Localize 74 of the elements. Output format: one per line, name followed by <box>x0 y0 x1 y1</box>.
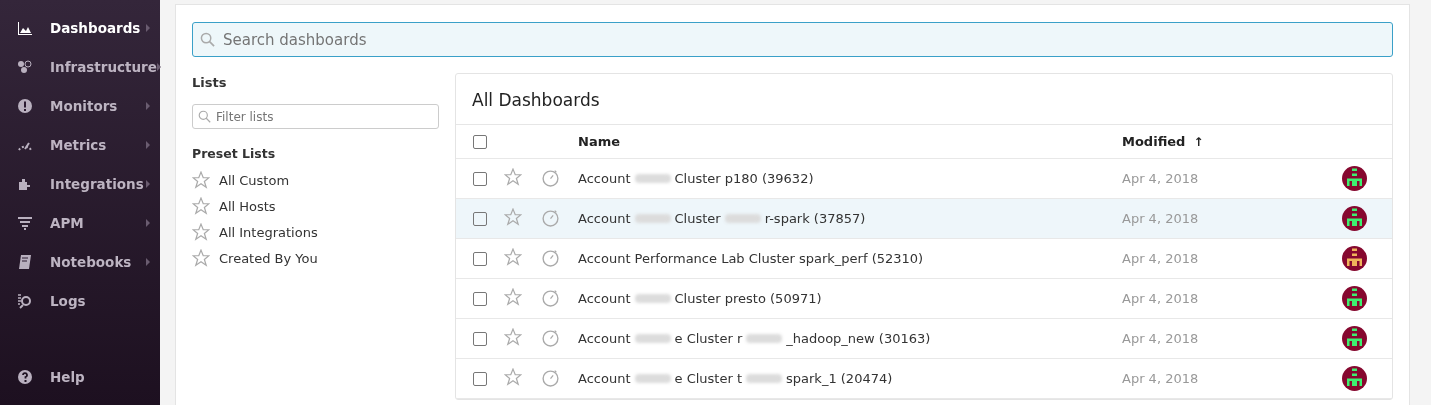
modified-date: Apr 4, 2018 <box>1122 331 1199 346</box>
nav-item[interactable]: Logs <box>0 281 160 320</box>
star-icon[interactable] <box>192 197 210 215</box>
nav-item[interactable]: Notebooks <box>0 242 160 281</box>
modified-date: Apr 4, 2018 <box>1122 371 1199 386</box>
preset-list-link[interactable]: All Custom <box>219 172 290 188</box>
dashboard-name-link[interactable]: Account Cluster r-spark (37857) <box>578 211 866 226</box>
column-header[interactable]: Name <box>578 134 620 149</box>
preset-list-link[interactable]: Created By You <box>219 250 318 266</box>
nav-item[interactable]: APM <box>0 203 160 242</box>
stopwatch-icon <box>541 167 560 187</box>
modified-date: Apr 4, 2018 <box>1122 171 1199 186</box>
lines-icon <box>17 214 33 231</box>
card-title: All Dashboards <box>456 74 1392 125</box>
star-icon[interactable] <box>504 288 522 306</box>
checkbox[interactable] <box>473 211 487 226</box>
table-row[interactable]: Account e Cluster t spark_1 (20474) Apr 4, 2018 <box>456 359 1392 399</box>
stopwatch-icon <box>541 247 560 267</box>
nav-item[interactable]: Integrations <box>0 164 160 203</box>
help-icon <box>17 368 33 385</box>
checkbox[interactable] <box>473 291 487 306</box>
avatar <box>1342 246 1367 271</box>
modified-date: Apr 4, 2018 <box>1122 291 1199 306</box>
dashboard-name-link[interactable]: Account e Cluster t spark_1 (20474) <box>578 371 893 386</box>
dashboard-name-link[interactable]: Account Performance Lab Cluster spark_perf (52310) <box>578 251 924 266</box>
dashboard-name-link[interactable]: Account Cluster presto (50971) <box>578 291 822 306</box>
book-icon <box>17 253 33 270</box>
star-icon[interactable] <box>504 168 522 186</box>
star-icon[interactable] <box>192 223 210 241</box>
star-icon[interactable] <box>504 208 522 226</box>
checkbox[interactable] <box>473 171 487 186</box>
star-icon[interactable] <box>504 328 522 346</box>
checkbox[interactable] <box>473 251 487 266</box>
star-icon[interactable] <box>504 368 522 386</box>
filter-field[interactable]: Filter lists <box>192 104 439 129</box>
nav-item[interactable]: Help <box>0 357 160 396</box>
avatar <box>1342 326 1367 351</box>
star-icon[interactable] <box>192 249 210 267</box>
alert-icon <box>17 97 33 114</box>
avatar <box>1342 366 1367 391</box>
lists-heading: Lists <box>192 75 228 90</box>
star-icon[interactable] <box>504 248 522 266</box>
column-header[interactable]: Modified <box>1122 134 1186 149</box>
preset-list-link[interactable]: All Hosts <box>219 198 276 214</box>
table-row[interactable]: Account Cluster r-spark (37857) Apr 4, 2018 <box>456 199 1392 239</box>
modified-date: Apr 4, 2018 <box>1122 211 1199 226</box>
logs-icon <box>17 292 33 309</box>
star-icon[interactable] <box>192 171 210 189</box>
avatar <box>1342 206 1367 231</box>
nav-item[interactable]: Dashboards <box>0 8 160 47</box>
stopwatch-icon <box>541 207 560 227</box>
preset-list-link[interactable]: All Integrations <box>219 224 318 240</box>
stopwatch-icon <box>541 367 560 387</box>
search-field[interactable]: Search dashboards <box>192 22 1393 57</box>
stopwatch-icon <box>541 287 560 307</box>
checkbox[interactable] <box>473 134 487 149</box>
table-row[interactable]: Account Performance Lab Cluster spark_perf (52310) Apr 4, 2018 <box>456 239 1392 279</box>
table-row[interactable]: Account e Cluster r _hadoop_new (30163) Apr 4, 2018 <box>456 319 1392 359</box>
dashboard-name-link[interactable]: Account Cluster p180 (39632) <box>578 171 814 186</box>
stopwatch-icon <box>541 327 560 347</box>
sort-arrow-icon: ↑ <box>1193 134 1204 149</box>
nav-item[interactable]: Metrics <box>0 125 160 164</box>
avatar <box>1342 166 1367 191</box>
checkbox[interactable] <box>473 371 487 386</box>
table-row[interactable]: Account Cluster presto (50971) Apr 4, 2018 <box>456 279 1392 319</box>
dashboard-name-link[interactable]: Account e Cluster r _hadoop_new (30163) <box>578 331 931 346</box>
circles-icon <box>17 58 33 75</box>
area-chart-icon <box>17 19 33 36</box>
checkbox[interactable] <box>473 331 487 346</box>
avatar <box>1342 286 1367 311</box>
nav-item[interactable]: Infrastructure <box>0 47 160 86</box>
preset-lists-heading: Preset Lists <box>192 146 277 161</box>
modified-date: Apr 4, 2018 <box>1122 251 1199 266</box>
nav-item[interactable]: Monitors <box>0 86 160 125</box>
